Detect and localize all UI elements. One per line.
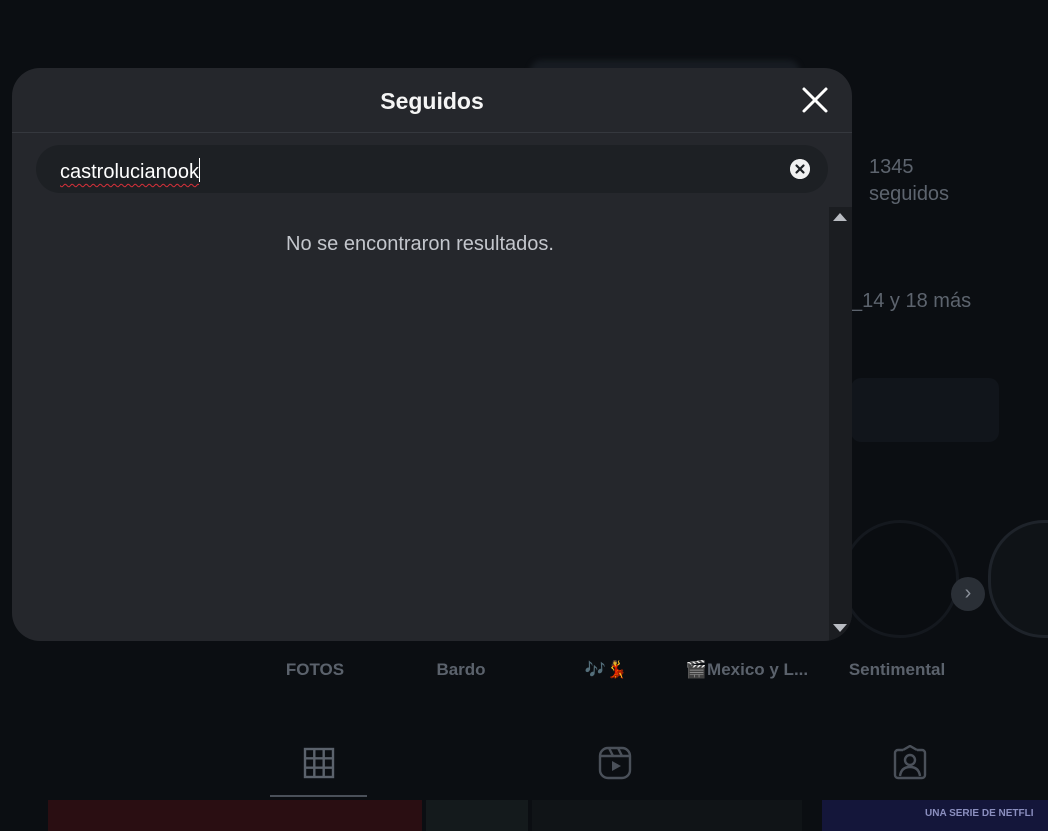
thumbnail-caption: UNA SERIE DE NETFLI [925, 808, 1034, 819]
followed-by-text[interactable]: _14 y 18 más [851, 290, 971, 313]
text-caret [198, 158, 200, 182]
empty-state-message: No se encontraron resultados. [286, 233, 554, 255]
search-input[interactable]: castrolucianook [60, 158, 200, 184]
highlight-label: 🎶💃 [584, 660, 628, 679]
highlight-label: Bardo [436, 660, 486, 679]
close-icon[interactable] [800, 85, 830, 115]
scroll-up-arrow[interactable] [833, 213, 847, 221]
following-stat[interactable]: 1345 seguidos [869, 154, 949, 208]
active-tab-indicator [270, 795, 367, 797]
post-thumbnail[interactable] [532, 800, 802, 831]
following-count: 1345 [869, 156, 914, 178]
search-input-value: castrolucianook [60, 161, 199, 183]
grid-icon[interactable] [301, 745, 337, 781]
reels-icon[interactable] [597, 745, 633, 781]
dialog-header: Seguidos [12, 68, 852, 133]
search-bar: castrolucianook [36, 145, 828, 193]
following-label: seguidos [869, 183, 950, 205]
tagged-icon[interactable] [892, 745, 928, 781]
post-thumbnail[interactable] [48, 800, 422, 831]
highlight-label: FOTOS [285, 660, 345, 679]
clear-search-icon[interactable] [790, 159, 810, 179]
chevron-right-icon[interactable]: › [951, 577, 985, 611]
highlight-cover[interactable] [841, 520, 959, 638]
highlight-label: 🎬Mexico y L... [685, 660, 809, 679]
scroll-down-arrow[interactable] [833, 624, 847, 632]
highlight-cover[interactable] [988, 520, 1048, 638]
dialog-title: Seguidos [380, 88, 484, 114]
scrollbar[interactable] [829, 207, 852, 641]
following-dialog: Seguidos castrolucianook No se encontrar… [12, 68, 852, 641]
post-thumbnail[interactable] [426, 800, 528, 831]
highlight-label: Sentimental [848, 660, 946, 679]
profile-action-button[interactable] [851, 378, 999, 442]
